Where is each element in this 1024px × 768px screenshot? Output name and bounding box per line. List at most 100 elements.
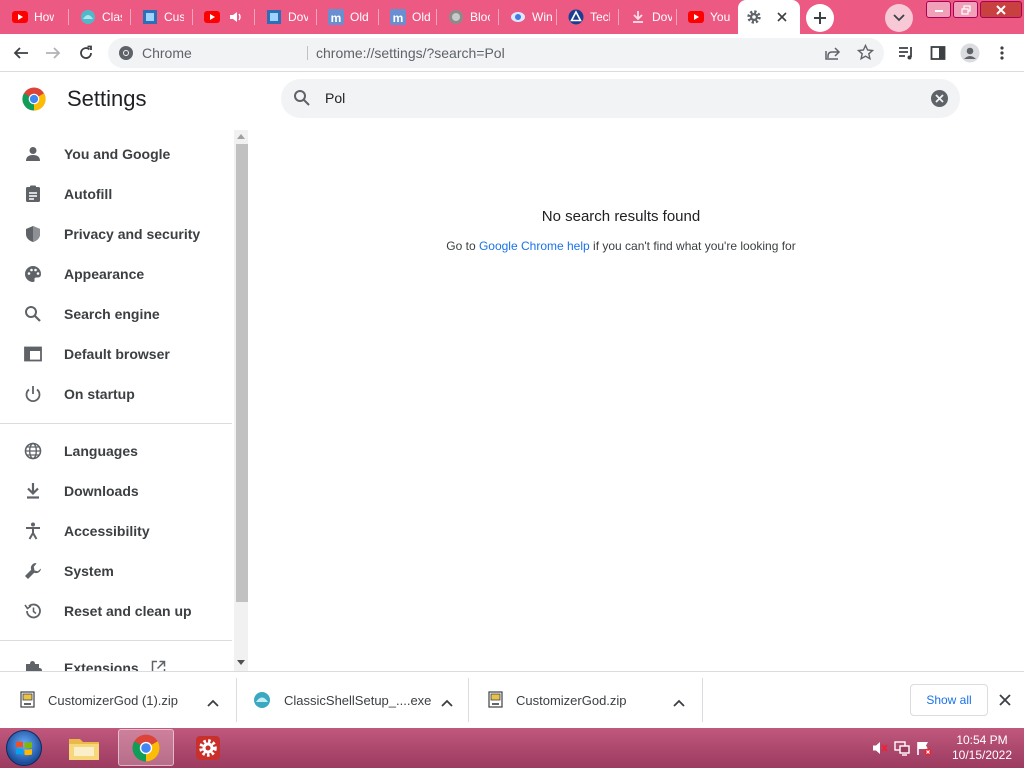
forward-button[interactable] [40, 40, 66, 66]
settings-gear-icon [746, 9, 762, 30]
sidebar-item-search-engine[interactable]: Search engine [0, 294, 234, 334]
settings-search-box [281, 79, 960, 118]
chevron-up-icon[interactable] [207, 694, 219, 712]
tab-3[interactable]: Cus [130, 3, 192, 31]
chrome-help-link[interactable]: Google Chrome help [479, 239, 590, 253]
taskbar-clock[interactable]: 10:54 PM 10/15/2022 [946, 733, 1018, 763]
tab-4[interactable] [192, 3, 254, 31]
chevron-up-icon[interactable] [441, 694, 453, 712]
taskbar-file-explorer[interactable] [56, 729, 112, 766]
reload-button[interactable] [73, 40, 99, 66]
restore-button[interactable] [953, 1, 978, 18]
globe-icon [23, 441, 43, 461]
profile-button[interactable] [957, 40, 983, 66]
tab-7[interactable]: m Old [378, 3, 436, 31]
close-window-button[interactable] [980, 1, 1022, 18]
clear-search-icon[interactable] [931, 90, 948, 107]
reading-list-button[interactable] [893, 40, 919, 66]
wrench-icon [23, 561, 43, 581]
start-button[interactable] [6, 730, 42, 766]
sidebar-item-label: Autofill [64, 186, 113, 202]
download-item[interactable]: CustomizerGod (1).zip [0, 678, 236, 722]
audio-playing-icon[interactable] [228, 9, 244, 25]
tab-title: Tecl [590, 10, 610, 24]
sidebar-scrollbar[interactable] [234, 130, 248, 671]
action-center-icon[interactable] [916, 740, 932, 761]
sidebar-item-system[interactable]: System [0, 551, 234, 591]
network-icon[interactable] [894, 740, 910, 761]
window-controls [924, 1, 1022, 18]
tab-9[interactable]: Win [498, 3, 556, 31]
taskbar-chrome[interactable] [118, 729, 174, 766]
clock-date: 10/15/2022 [951, 748, 1013, 762]
close-icon[interactable] [996, 691, 1014, 709]
classic-shell-icon [253, 691, 270, 709]
settings-search-input[interactable] [325, 88, 905, 108]
tab-5[interactable]: Dov [254, 3, 316, 31]
volume-muted-icon[interactable] [872, 740, 888, 761]
tab-8[interactable]: Bloc [436, 3, 498, 31]
reload-icon [80, 45, 92, 59]
minimize-button[interactable] [926, 1, 951, 18]
tab-title: Dov [652, 10, 672, 24]
system-tray [872, 740, 932, 761]
sidebar-item-languages[interactable]: Languages [0, 431, 234, 471]
youtube-icon [204, 9, 220, 25]
chrome-site-icon[interactable] [118, 45, 134, 66]
bookmark-star-icon[interactable] [856, 43, 875, 66]
help-prefix: Go to [446, 239, 479, 253]
side-panel-button[interactable] [925, 40, 951, 66]
address-bar[interactable]: Chrome chrome://settings/?search=Pol [108, 38, 884, 68]
menu-button[interactable] [989, 40, 1015, 66]
customizer-icon [142, 9, 158, 25]
chrome-icon [132, 734, 160, 761]
sidebar-item-on-startup[interactable]: On startup [0, 374, 234, 414]
close-tab-icon[interactable] [776, 10, 788, 28]
tab-12[interactable]: You [676, 3, 738, 31]
media-playlist-icon [899, 47, 912, 60]
download-icon [23, 481, 43, 501]
sidebar-item-label: Default browser [64, 346, 170, 362]
close-icon [996, 4, 1006, 15]
tab-strip: How Clas Cus Dov m Old [0, 0, 1024, 34]
sidebar-item-default-browser[interactable]: Default browser [0, 334, 234, 374]
tab-title: Clas [102, 10, 122, 24]
arrow-left-icon [13, 47, 28, 59]
arrow-right-icon [46, 47, 61, 59]
new-tab-button[interactable] [806, 4, 834, 32]
sidebar-item-extensions[interactable]: Extensions [0, 648, 234, 671]
sidebar-item-appearance[interactable]: Appearance [0, 254, 234, 294]
tab-2[interactable]: Clas [68, 3, 130, 31]
tab-1[interactable]: How [0, 3, 68, 31]
sidebar-item-label: Search engine [64, 306, 160, 322]
show-all-downloads-button[interactable]: Show all [910, 684, 988, 716]
tab-6[interactable]: m Old [316, 3, 378, 31]
download-separator [702, 678, 703, 722]
sidebar-item-you-and-google[interactable]: You and Google [0, 134, 234, 174]
tab-search-button[interactable] [885, 4, 913, 32]
sidebar-item-accessibility[interactable]: Accessibility [0, 511, 234, 551]
scroll-up-arrow-icon[interactable] [237, 134, 245, 139]
tab-settings-active[interactable] [738, 0, 800, 34]
sidebar-item-reset[interactable]: Reset and clean up [0, 591, 234, 631]
eye-icon [510, 9, 526, 25]
download-filename: ClassicShellSetup_....exe [284, 693, 432, 708]
download-item[interactable]: ClassicShellSetup_....exe [236, 678, 468, 722]
taskbar-customizer[interactable] [180, 729, 236, 766]
tab-11[interactable]: Dov [618, 3, 676, 31]
minimize-icon [934, 9, 943, 12]
scrollbar-thumb[interactable] [236, 144, 248, 602]
back-button[interactable] [8, 40, 34, 66]
download-item[interactable]: CustomizerGod.zip [468, 678, 702, 722]
url-text[interactable]: chrome://settings/?search=Pol [316, 45, 505, 61]
sidebar-item-autofill[interactable]: Autofill [0, 174, 234, 214]
sidebar-item-label: Languages [64, 443, 138, 459]
sidebar-item-label: Downloads [64, 483, 139, 499]
sidebar-item-privacy[interactable]: Privacy and security [0, 214, 234, 254]
puzzle-icon [23, 658, 43, 671]
sidebar-item-downloads[interactable]: Downloads [0, 471, 234, 511]
share-icon[interactable] [825, 45, 841, 66]
tab-10[interactable]: Tecl [556, 3, 618, 31]
chevron-up-icon[interactable] [673, 694, 685, 712]
scroll-down-arrow-icon[interactable] [237, 660, 245, 665]
